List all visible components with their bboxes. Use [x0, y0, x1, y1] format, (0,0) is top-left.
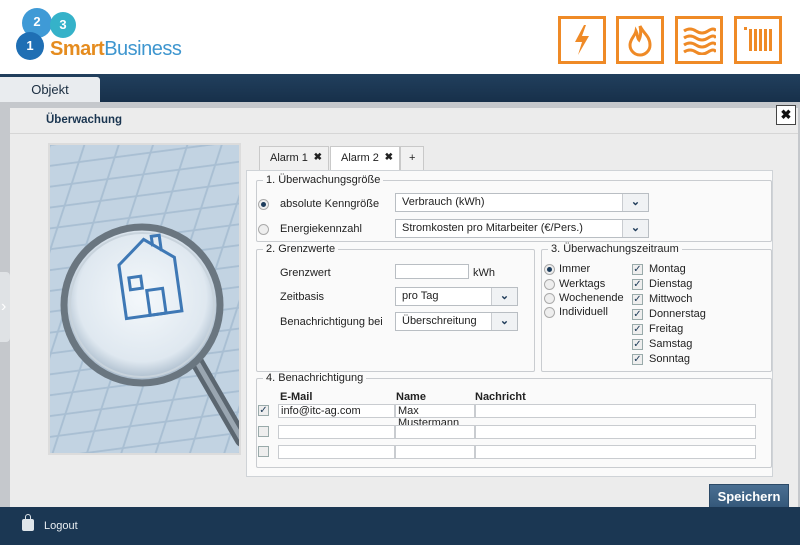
logo-text: SmartBusiness — [50, 38, 182, 61]
recipient-3-email[interactable] — [278, 445, 395, 459]
period-always-label: Immer — [559, 263, 591, 275]
logo-business: Business — [104, 38, 182, 60]
limit-input[interactable] — [395, 264, 469, 279]
day-sunday-label: Sonntag — [649, 353, 690, 365]
logo-circle-3: 3 — [50, 12, 76, 38]
lock-icon[interactable] — [22, 514, 34, 531]
logo-number-2: 2 — [33, 14, 41, 29]
chevron-down-icon: ⌄ — [491, 288, 517, 305]
recipient-2-message[interactable] — [475, 425, 756, 439]
app-footer: Logout — [0, 507, 800, 545]
energy-index-select-value: Stromkosten pro Mitarbeiter (€/Pers.) — [402, 222, 583, 234]
radio-period-weekend[interactable] — [544, 293, 555, 304]
section-2-legend: 2. Grenzwerte — [266, 243, 336, 255]
time-base-label: Zeitbasis — [280, 291, 325, 303]
notify-on-select[interactable]: Überschreitung ⌄ — [395, 312, 518, 331]
column-email: E-Mail — [280, 391, 313, 403]
sidebar-toggle[interactable]: › — [0, 272, 10, 342]
checkbox-wednesday[interactable]: ✓ — [632, 294, 643, 305]
day-monday-label: Montag — [649, 263, 686, 275]
panel-header: Überwachung ✖ — [10, 105, 798, 134]
quantity-select[interactable]: Verbrauch (kWh) ⌄ — [395, 193, 649, 212]
logo-number-1: 1 — [26, 38, 34, 53]
heat-waves-icon[interactable] — [675, 16, 723, 64]
checkbox-thursday[interactable]: ✓ — [632, 309, 643, 320]
period-weekend-label: Wochenende — [559, 292, 624, 304]
quantity-select-value: Verbrauch (kWh) — [402, 196, 485, 208]
main-area: › Überwachung ✖ Alarm 1 ✖ Alarm 2 ✖ + 1.… — [0, 102, 800, 507]
close-icon[interactable]: ✖ — [314, 147, 322, 169]
energy-index-label: Energiekennzahl — [280, 223, 362, 235]
logo-circle-1: 1 — [16, 32, 44, 60]
checkbox-sunday[interactable]: ✓ — [632, 354, 643, 365]
limit-label: Grenzwert — [280, 267, 331, 279]
notify-on-label: Benachrichtigung bei — [280, 316, 383, 328]
checkbox-monday[interactable]: ✓ — [632, 264, 643, 275]
chevron-down-icon: ⌄ — [622, 194, 648, 211]
checkbox-saturday[interactable]: ✓ — [632, 339, 643, 350]
section-3-legend: 3. Überwachungszeitraum — [551, 243, 679, 255]
recipient-1-email[interactable]: info@itc-ag.com — [278, 404, 395, 418]
tab-alarm-1[interactable]: Alarm 1 ✖ — [259, 146, 329, 170]
absolute-label: absolute Kenngröße — [280, 198, 380, 210]
recipient-2-email[interactable] — [278, 425, 395, 439]
radio-period-always[interactable] — [544, 264, 555, 275]
recipient-2-name[interactable] — [395, 425, 475, 439]
day-thursday-label: Donnerstag — [649, 308, 706, 320]
energy-index-select[interactable]: Stromkosten pro Mitarbeiter (€/Pers.) ⌄ — [395, 219, 649, 238]
recipient-1-message[interactable] — [475, 404, 756, 418]
tab-alarm-1-label: Alarm 1 — [270, 152, 308, 164]
radio-energy-index[interactable] — [258, 224, 269, 235]
period-custom-label: Individuell — [559, 306, 608, 318]
nav-bar: Objekt — [0, 74, 800, 102]
day-saturday-label: Samstag — [649, 338, 693, 350]
section-1-legend: 1. Überwachungsgröße — [266, 174, 381, 186]
radiator-icon[interactable] — [734, 16, 782, 64]
checkbox-friday[interactable]: ✓ — [632, 324, 643, 335]
radio-absolute[interactable] — [258, 199, 269, 210]
chevron-right-icon: › — [1, 298, 7, 315]
logo-number-3: 3 — [59, 17, 67, 32]
recipient-3-name[interactable] — [395, 445, 475, 459]
add-tab-button[interactable]: + — [400, 146, 424, 170]
magnifier-house-image — [48, 143, 241, 455]
checkbox-recipient-2[interactable] — [258, 426, 269, 437]
flame-icon[interactable] — [616, 16, 664, 64]
checkbox-recipient-1[interactable]: ✓ — [258, 405, 269, 416]
column-message: Nachricht — [475, 391, 526, 403]
logout-link[interactable]: Logout — [44, 520, 78, 532]
day-tuesday-label: Dienstag — [649, 278, 693, 290]
recipient-1-name[interactable]: Max Mustermann — [395, 404, 475, 429]
tab-objekt[interactable]: Objekt — [0, 77, 100, 102]
recipient-3-message[interactable] — [475, 445, 756, 459]
save-button[interactable]: Speichern — [709, 484, 789, 508]
time-base-select-value: pro Tag — [402, 290, 439, 302]
chevron-down-icon: ⌄ — [622, 220, 648, 237]
page-title: Überwachung — [46, 114, 123, 126]
radio-period-weekdays[interactable] — [544, 279, 555, 290]
day-wednesday-label: Mittwoch — [649, 293, 693, 305]
time-base-select[interactable]: pro Tag ⌄ — [395, 287, 518, 306]
close-button[interactable]: ✖ — [776, 105, 796, 125]
tab-alarm-2-label: Alarm 2 — [341, 152, 379, 164]
checkbox-tuesday[interactable]: ✓ — [632, 279, 643, 290]
smartbusiness-logo: 2 3 1 SmartBusiness — [14, 8, 194, 66]
period-weekdays-label: Werktags — [559, 278, 606, 290]
chevron-down-icon: ⌄ — [491, 313, 517, 330]
checkbox-recipient-3[interactable] — [258, 446, 269, 457]
logo-smart: Smart — [50, 38, 105, 60]
limit-unit: kWh — [473, 267, 495, 279]
app-header: 2 3 1 SmartBusiness — [0, 0, 800, 74]
column-name: Name — [396, 391, 426, 403]
section-limits: 2. Grenzwerte — [256, 243, 535, 372]
lightning-icon[interactable] — [558, 16, 606, 64]
close-icon[interactable]: ✖ — [385, 147, 393, 169]
radio-period-custom[interactable] — [544, 307, 555, 318]
notify-on-select-value: Überschreitung — [402, 315, 477, 327]
tab-alarm-2[interactable]: Alarm 2 ✖ — [330, 146, 400, 171]
day-friday-label: Freitag — [649, 323, 684, 335]
section-4-legend: 4. Benachrichtigung — [266, 372, 364, 384]
